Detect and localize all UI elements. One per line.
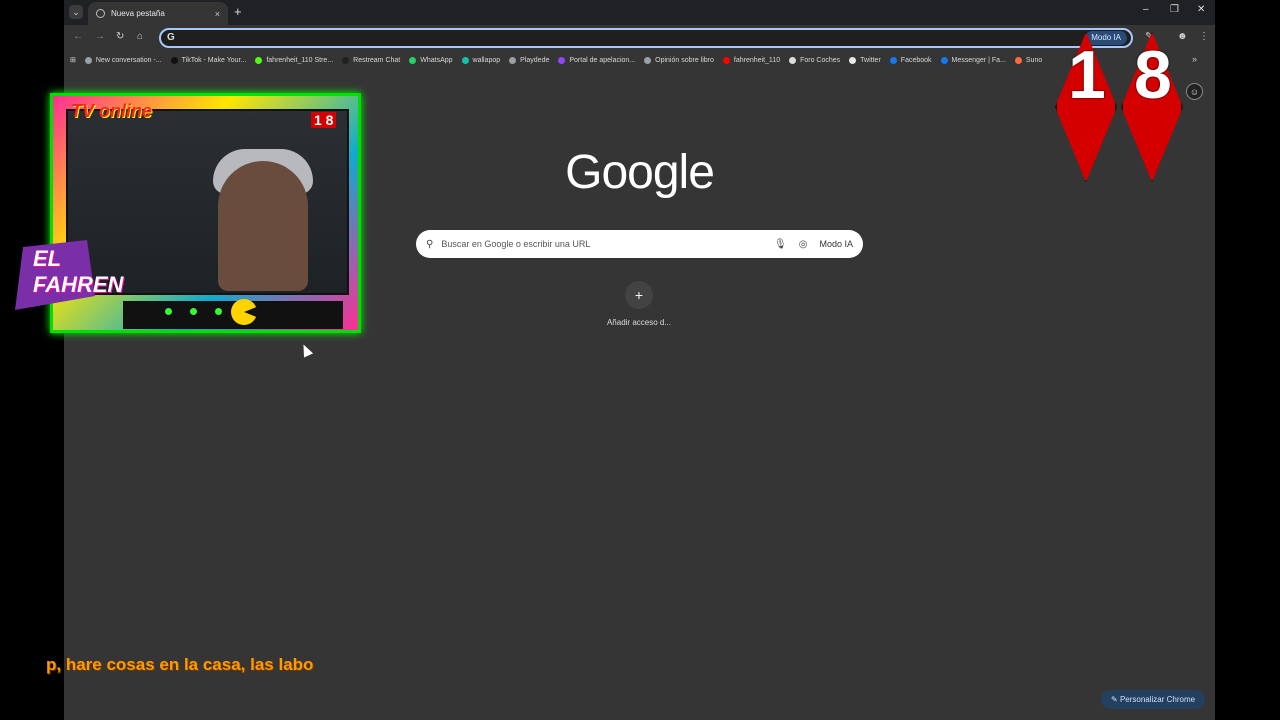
pellet	[165, 308, 172, 315]
bookmark-favicon-icon	[644, 56, 652, 64]
tab-new-tab[interactable]: Nueva pestaña ×	[88, 2, 228, 25]
ticker-text: p, hare cosas en la casa, las labo	[46, 655, 314, 674]
bookmark-favicon-icon	[409, 56, 417, 64]
search-placeholder[interactable]: Buscar en Google o escribir una URL	[441, 239, 774, 249]
bookmarks-bar: ⊞ New conversation -... TikTok - Make You…	[64, 50, 1215, 70]
webcam-badge: 1 8	[311, 112, 337, 128]
bookmark-label: Portal de apelacion...	[569, 56, 636, 64]
right-black-bar	[1215, 0, 1280, 720]
globe-icon	[96, 9, 105, 18]
bookmark-item[interactable]: wallapop	[461, 56, 501, 64]
bookmark-label: Facebook	[900, 56, 932, 64]
account-avatar[interactable]: ☺	[1186, 83, 1203, 100]
reload-button[interactable]: ↻	[116, 31, 124, 42]
bookmark-item[interactable]: TikTok - Make Your...	[170, 56, 247, 64]
lens-icon[interactable]: ◎	[799, 239, 808, 250]
bookmark-label: WhatsApp	[420, 56, 453, 64]
add-shortcut-label: Añadir acceso d...	[606, 318, 672, 327]
rating-digit-1: 1	[1068, 37, 1106, 113]
bookmark-favicon-icon	[849, 56, 857, 64]
bookmark-favicon-icon	[255, 56, 263, 64]
search-icon: ⚲	[426, 238, 434, 250]
bookmark-label: Suno	[1025, 56, 1043, 64]
bookmarks-more-icon[interactable]: »	[1192, 54, 1197, 64]
tab-strip: ⌄ Nueva pestaña × + – ❐ ✕	[64, 0, 1215, 25]
tab-search-button[interactable]: ⌄	[69, 5, 83, 19]
bookmark-label: Foro Coches	[800, 56, 841, 64]
bookmark-label: fahrenheit_110	[733, 56, 781, 64]
bookmark-item[interactable]: Foro Coches	[789, 56, 841, 64]
back-button[interactable]: ←	[73, 31, 83, 42]
address-bar[interactable]: G Modo IA	[159, 28, 1133, 48]
bookmark-favicon-icon	[1014, 56, 1022, 64]
bookmark-favicon-icon	[722, 56, 730, 64]
bookmark-label: fahrenheit_110 Stre...	[266, 56, 334, 64]
bookmark-label: New conversation -...	[95, 56, 162, 64]
bookmark-label: Restream Chat	[353, 56, 401, 64]
add-shortcut-button[interactable]: +	[625, 281, 653, 309]
bookmark-item[interactable]: Facebook	[889, 56, 932, 64]
bookmark-favicon-icon	[558, 56, 566, 64]
bookmark-favicon-icon	[84, 56, 92, 64]
apps-icon[interactable]: ⊞	[70, 56, 76, 64]
bookmark-label: Playdede	[520, 56, 550, 64]
bookmark-favicon-icon	[889, 56, 897, 64]
bookmark-label: Messenger | Fa...	[951, 56, 1006, 64]
bookmark-label: Opinión sobre libro	[655, 56, 714, 64]
bookmark-item[interactable]: WhatsApp	[409, 56, 453, 64]
new-tab-button[interactable]: +	[234, 5, 242, 19]
close-window-button[interactable]: ✕	[1197, 4, 1205, 15]
search-box[interactable]: ⚲ Buscar en Google o escribir una URL 🎙 …	[416, 230, 863, 258]
bookmark-favicon-icon	[509, 56, 517, 64]
search-modo-ia-button[interactable]: Modo IA	[819, 239, 853, 249]
el-fahren-logo: EL FAHREN	[15, 240, 135, 330]
bookmark-label: Twitter	[860, 56, 881, 64]
bookmark-item[interactable]: Twitter	[849, 56, 881, 64]
bookmark-item[interactable]: New conversation -...	[84, 56, 162, 64]
bookmark-item[interactable]: Opinión sobre libro	[644, 56, 714, 64]
rating-digit-2: 8	[1134, 37, 1172, 113]
bookmark-favicon-icon	[940, 56, 948, 64]
bookmark-favicon-icon	[789, 56, 797, 64]
person	[218, 161, 308, 291]
google-g-icon: G	[167, 32, 175, 43]
bookmark-label: TikTok - Make Your...	[181, 56, 247, 64]
bookmark-label: wallapop	[472, 56, 501, 64]
menu-button[interactable]: ⋮	[1199, 31, 1209, 42]
home-button[interactable]: ⌂	[137, 31, 143, 42]
toolbar: ← → ↻ ⌂ G Modo IA ✎ ☻ ⋮	[64, 25, 1215, 50]
restore-button[interactable]: ❐	[1170, 4, 1179, 15]
bookmark-favicon-icon	[342, 56, 350, 64]
personalize-label: Personalizar Chrome	[1119, 695, 1196, 704]
minimize-button[interactable]: –	[1143, 4, 1149, 15]
personalize-chrome-button[interactable]: ✎ Personalizar Chrome	[1101, 690, 1206, 709]
pellet	[215, 308, 222, 315]
profile-icon[interactable]: ☻	[1177, 31, 1188, 42]
bookmark-favicon-icon	[170, 56, 178, 64]
forward-button[interactable]: →	[95, 31, 105, 42]
tab-title: Nueva pestaña	[111, 9, 165, 18]
bookmark-item[interactable]: Portal de apelacion...	[558, 56, 636, 64]
tab-close-icon[interactable]: ×	[215, 9, 220, 19]
bookmark-item[interactable]: Restream Chat	[342, 56, 401, 64]
logo-text: EL FAHREN	[33, 246, 124, 297]
pellet	[190, 308, 197, 315]
bookmark-favicon-icon	[461, 56, 469, 64]
microphone-icon[interactable]: 🎙	[774, 239, 787, 250]
bookmark-item[interactable]: Suno	[1014, 56, 1043, 64]
bookmark-item[interactable]: fahrenheit_110	[722, 56, 781, 64]
bookmark-item[interactable]: Playdede	[509, 56, 550, 64]
bookmark-item[interactable]: fahrenheit_110 Stre...	[255, 56, 334, 64]
bookmark-item[interactable]: Messenger | Fa...	[940, 56, 1006, 64]
webcam-title: TV online	[71, 101, 152, 121]
